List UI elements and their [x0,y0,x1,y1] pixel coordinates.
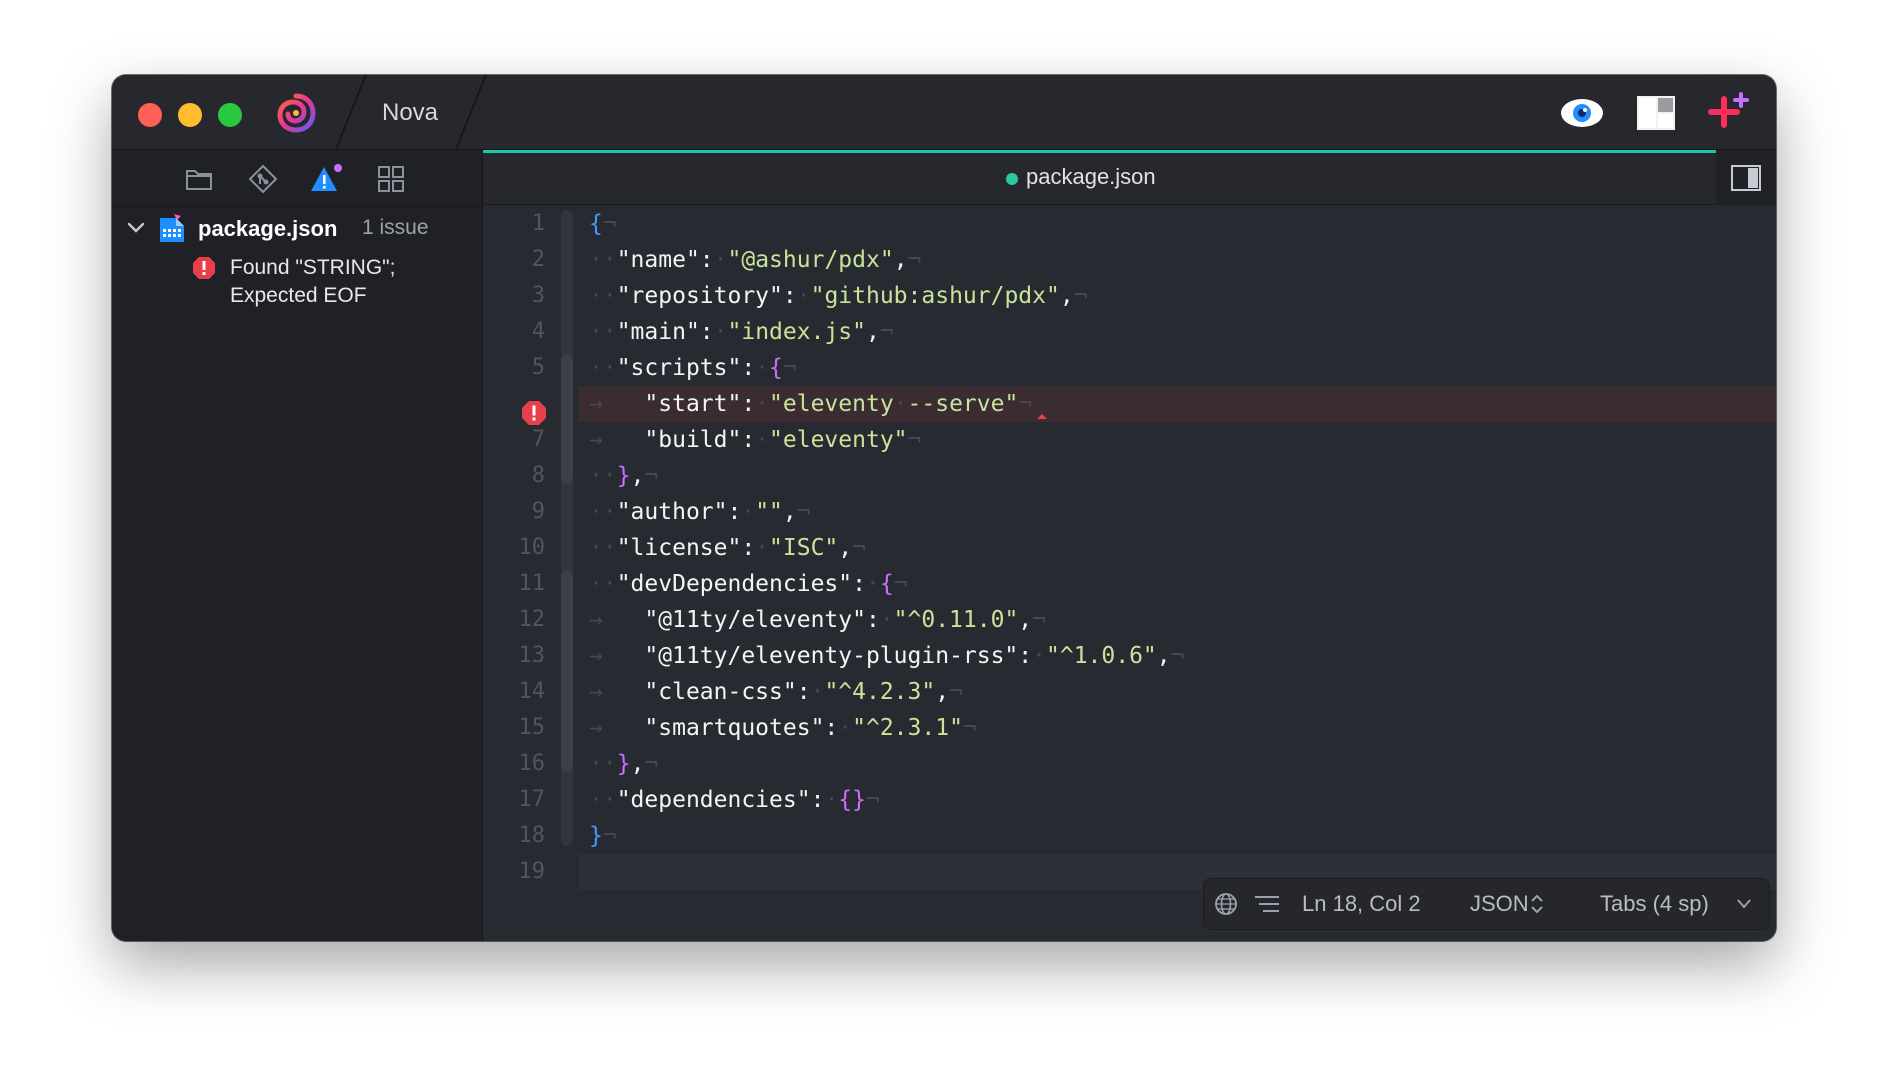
line-number: 2 [531,247,545,272]
code-line[interactable]: → "@11ty/eleventy":·"^0.11.0",¬ [579,602,1776,638]
code-line[interactable]: → "build":·"eleventy"¬ [579,422,1776,458]
close-window-button[interactable] [138,103,162,127]
code-line[interactable]: → "smartquotes":·"^2.3.1"¬ [579,710,1776,746]
line-number: 7 [531,427,545,452]
code-line[interactable]: ··"repository":·"github:ashur/pdx",¬ [579,278,1776,314]
editor-tab-bar: package.json [483,150,1716,205]
nova-window: Nova package.json 1 issue Found "STRING"… [112,75,1776,941]
nova-app-icon[interactable] [276,93,316,133]
line-number: 9 [531,499,545,524]
layout-icon[interactable] [1634,93,1678,133]
code-line[interactable]: }¬ [579,818,1776,854]
line-number: 1 [531,211,545,236]
chevron-down-icon[interactable] [1736,897,1752,911]
line-number: 16 [518,751,546,776]
code-line-error[interactable]: → "start":·"eleventy·--serve"¬ [579,386,1776,422]
title-divider [335,75,367,149]
line-number: 11 [518,571,546,596]
modified-indicator [1006,173,1018,185]
issue-item[interactable]: Found "STRING"; Expected EOF [112,254,482,314]
folder-icon[interactable] [182,162,216,196]
line-gutter: 1 2 3 4 5 7 8 9 10 11 12 13 14 15 16 17 … [483,206,579,941]
cursor-position[interactable]: Ln 18, Col 2 [1302,891,1421,917]
line-number: 19 [518,859,546,884]
line-number: 14 [518,679,546,704]
code-line[interactable]: ··"author":·"",¬ [579,494,1776,530]
code-line[interactable]: → "@11ty/eleventy-plugin-rss":·"^1.0.6",… [579,638,1776,674]
language-selector[interactable]: JSON [1470,891,1529,917]
editor-tab-title[interactable]: package.json [1026,164,1156,190]
code-line[interactable]: ··"dependencies":·{}¬ [579,782,1776,818]
code-line[interactable]: ··},¬ [579,746,1776,782]
maximize-window-button[interactable] [218,103,242,127]
issue-message: Found "STRING"; Expected EOF [230,256,396,307]
code-line[interactable]: ··"devDependencies":·{¬ [579,566,1776,602]
editor: package.json 1 2 3 4 5 7 8 9 10 11 12 13… [483,150,1776,941]
globe-icon[interactable] [1214,892,1238,916]
sidebar: package.json 1 issue Found "STRING"; Exp… [112,150,483,941]
issue-count: 1 issue [362,216,429,239]
code-line[interactable]: ··"license":·"ISC",¬ [579,530,1776,566]
symbols-icon[interactable] [1254,894,1280,914]
issues-icon[interactable] [310,162,344,196]
line-number: 8 [531,463,545,488]
chevron-down-icon[interactable] [126,218,146,238]
fold-indicator[interactable] [561,354,573,484]
extensions-icon[interactable] [374,162,408,196]
code-line[interactable]: ··"main":·"index.js",¬ [579,314,1776,350]
line-number: 10 [518,535,546,560]
error-squiggle [1037,414,1047,419]
line-number: 13 [518,643,546,668]
git-icon[interactable] [246,162,280,196]
line-number: 5 [531,355,545,380]
issue-file-row[interactable]: package.json 1 issue [112,208,482,248]
fold-indicator[interactable] [561,570,573,772]
minimize-window-button[interactable] [178,103,202,127]
line-number: 3 [531,283,545,308]
sidebar-tabs [112,150,482,207]
error-icon [193,257,215,279]
indentation-selector[interactable]: Tabs (4 sp) [1600,891,1709,917]
code-line[interactable]: ··"name":·"@ashur/pdx",¬ [579,242,1776,278]
line-number: 12 [518,607,546,632]
line-number: 4 [531,319,545,344]
title-divider [455,75,487,149]
code-area[interactable]: {¬ ··"name":·"@ashur/pdx",¬ ··"repositor… [579,206,1776,941]
line-number: 17 [518,787,546,812]
preview-icon[interactable] [1560,93,1604,133]
chevron-updown-icon[interactable] [1529,893,1545,915]
project-name[interactable]: Nova [382,99,438,127]
new-icon[interactable] [1708,92,1752,133]
issue-file-name: package.json [198,216,338,241]
line-number: 18 [518,823,546,848]
code-line[interactable]: ··},¬ [579,458,1776,494]
code-line[interactable]: → "clean-css":·"^4.2.3",¬ [579,674,1776,710]
split-editor-icon[interactable] [1716,150,1776,205]
status-bar: Ln 18, Col 2 JSON Tabs (4 sp) [1203,878,1770,930]
json-file-icon [160,214,184,242]
line-number: 15 [518,715,546,740]
title-bar: Nova [112,75,1776,150]
error-marker-icon[interactable] [521,400,547,426]
code-line[interactable]: ··"scripts":·{¬ [579,350,1776,386]
code-line[interactable]: {¬ [579,206,1776,242]
